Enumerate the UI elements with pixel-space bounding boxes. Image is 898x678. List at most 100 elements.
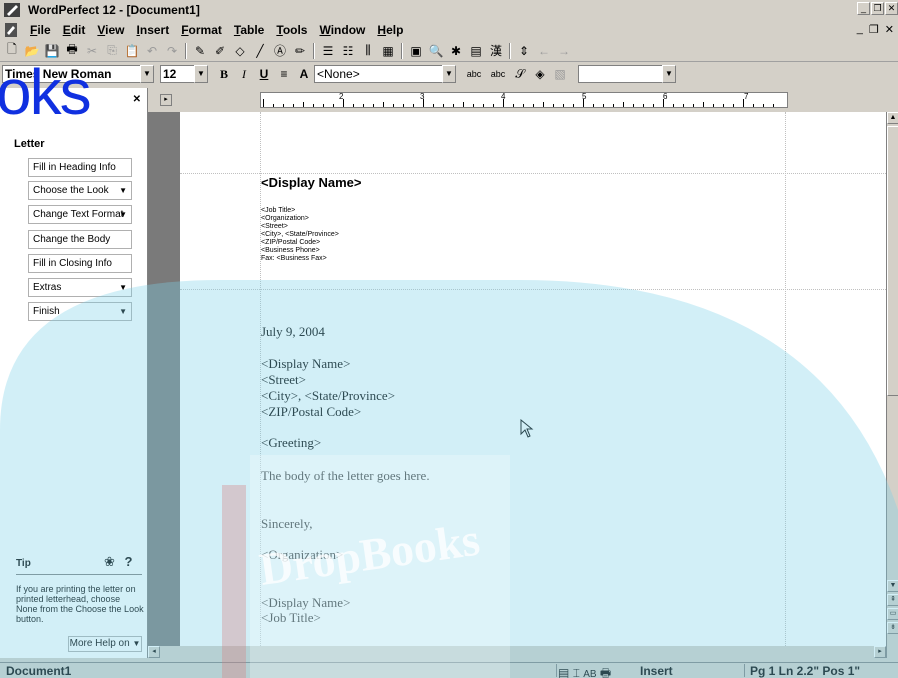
calendar-icon[interactable]: ▤ — [466, 42, 486, 60]
doc-restore-button[interactable]: ❐ — [869, 23, 879, 36]
scroll-down-icon[interactable]: ▼ — [887, 580, 898, 592]
change-text-format-button[interactable]: Change Text Format ▼ — [28, 205, 132, 224]
forward-arrow-icon[interactable]: → — [554, 42, 574, 60]
symbols-icon[interactable]: ✱ — [446, 42, 466, 60]
font-color-icon[interactable]: A — [294, 65, 314, 83]
new-document-icon[interactable]: 🗋 — [2, 42, 22, 60]
minimize-button[interactable]: _ — [857, 2, 870, 15]
choose-look-button[interactable]: Choose the Look ▼ — [28, 181, 132, 200]
open-folder-icon[interactable]: 📂 — [22, 42, 42, 60]
ruler-tick — [493, 104, 494, 107]
fill-closing-button[interactable]: Fill in Closing Info — [28, 254, 132, 273]
cut-icon[interactable]: ✂ — [82, 42, 102, 60]
previous-page-icon[interactable]: ⇞ — [887, 594, 898, 606]
redo-icon[interactable]: ↷ — [162, 42, 182, 60]
extra-combo[interactable] — [578, 65, 662, 83]
chevron-down-icon[interactable]: ▼ — [662, 65, 676, 83]
status-position[interactable]: Pg 1 Ln 2.2" Pos 1" — [750, 664, 860, 678]
ruler-tick — [633, 104, 634, 107]
doc-close-button[interactable]: ✕ — [885, 23, 894, 36]
status-document-name[interactable]: Document1 — [6, 664, 71, 678]
draw-icon[interactable]: ✏ — [290, 42, 310, 60]
menu-insert[interactable]: Insert — [131, 23, 176, 37]
page-view-icon[interactable]: ▣ — [406, 42, 426, 60]
underline-icon[interactable]: U — [254, 65, 274, 83]
close-button[interactable]: ✕ — [885, 2, 898, 15]
chevron-down-icon[interactable]: ▼ — [194, 65, 208, 83]
page-icon[interactable]: ▭ — [887, 608, 898, 620]
fill-icon[interactable]: ◈ — [530, 65, 550, 83]
menu-table[interactable]: Table — [228, 23, 270, 37]
ruler-button[interactable]: ▸ — [160, 94, 172, 106]
save-icon[interactable]: 💾 — [42, 42, 62, 60]
shape-icon[interactable]: ◇ — [230, 42, 250, 60]
chevron-down-icon[interactable]: ▼ — [140, 65, 154, 83]
ruler-tick — [333, 104, 334, 107]
chevron-down-icon[interactable]: ▼ — [442, 65, 456, 83]
finish-button[interactable]: Finish ▼ — [28, 302, 132, 321]
justify-icon[interactable]: ≡ — [274, 65, 294, 83]
copy-icon[interactable]: ⎘ — [102, 42, 122, 60]
grammar-check-icon[interactable]: abc — [486, 65, 510, 83]
table-icon[interactable]: ▦ — [378, 42, 398, 60]
document-page[interactable]: <Display Name> <Job Title> <Organization… — [180, 112, 886, 646]
ruler-tick — [653, 104, 654, 107]
scroll-left-icon[interactable]: ◂ — [148, 646, 160, 658]
document-icon[interactable] — [4, 23, 18, 37]
caps-icon[interactable]: AB — [583, 669, 596, 678]
menu-file[interactable]: File — [24, 23, 57, 37]
printer-icon[interactable]: 🖶 — [600, 666, 611, 678]
lightbulb-icon[interactable]: ❀ — [104, 554, 115, 569]
chinese-icon[interactable]: 漢 — [486, 42, 506, 60]
ruler-tick — [413, 104, 414, 107]
spell-check-icon[interactable]: abc — [462, 65, 486, 83]
italic-icon[interactable]: I — [234, 65, 254, 83]
shadow-icon[interactable]: ▧ — [550, 65, 570, 83]
address-line: <Display Name> — [261, 356, 351, 371]
scroll-right-icon[interactable]: ▸ — [874, 646, 886, 658]
format-icon[interactable]: 𝒮 — [510, 65, 530, 83]
help-icon[interactable]: ? — [125, 554, 133, 569]
style-combo[interactable]: <None> — [314, 65, 442, 83]
more-help-button[interactable]: More Help on ▼ — [68, 636, 142, 652]
font-size-combo[interactable]: 12 — [160, 65, 194, 83]
pen-icon[interactable]: ✐ — [210, 42, 230, 60]
undo-icon[interactable]: ↶ — [142, 42, 162, 60]
menu-format[interactable]: Format — [175, 23, 228, 37]
back-arrow-icon[interactable]: ← — [534, 42, 554, 60]
numbering-icon[interactable]: ☰ — [318, 42, 338, 60]
status-mode[interactable]: Insert — [640, 664, 673, 678]
ruler[interactable]: 2 3 4 5 6 7 — [260, 92, 788, 108]
highlight-icon[interactable]: ✎ — [190, 42, 210, 60]
cursor-icon[interactable]: ⌶ — [573, 666, 580, 678]
extras-button[interactable]: Extras ▼ — [28, 278, 132, 297]
paste-icon[interactable]: 📋 — [122, 42, 142, 60]
fill-heading-button[interactable]: Fill in Heading Info — [28, 158, 132, 177]
menu-help[interactable]: Help — [371, 23, 409, 37]
menu-view[interactable]: View — [91, 23, 130, 37]
restore-button[interactable]: ❐ — [871, 2, 884, 15]
close-panel-icon[interactable]: ✕ — [133, 94, 141, 105]
scroll-up-icon[interactable]: ▲ — [887, 112, 898, 124]
menu-edit[interactable]: Edit — [57, 23, 92, 37]
menu-window[interactable]: Window — [313, 23, 371, 37]
scroll-thumb[interactable] — [887, 126, 898, 396]
print-icon[interactable]: 🖶 — [62, 42, 82, 60]
organization-line: <Organization> — [261, 547, 344, 562]
change-body-button[interactable]: Change the Body — [28, 230, 132, 249]
zoom-icon[interactable]: 🔍 — [426, 42, 446, 60]
line-icon[interactable]: ╱ — [250, 42, 270, 60]
horizontal-scrollbar[interactable]: ◂ ▸ — [148, 646, 886, 658]
textbox-icon[interactable]: Ⓐ — [270, 42, 290, 60]
columns-icon[interactable]: ⫼ — [358, 42, 378, 60]
doc-minimize-button[interactable]: _ — [857, 23, 863, 36]
next-page-icon[interactable]: ⇟ — [887, 622, 898, 634]
bold-icon[interactable]: B — [214, 65, 234, 83]
vertical-scrollbar[interactable]: ▲ ▼ ⇞ ▭ ⇟ — [886, 112, 898, 658]
ruler-tick — [393, 104, 394, 107]
menu-tools[interactable]: Tools — [270, 23, 313, 37]
calculator-icon[interactable]: ▤ — [558, 666, 569, 678]
bullets-icon[interactable]: ☷ — [338, 42, 358, 60]
font-name-combo[interactable]: Times New Roman — [2, 65, 140, 83]
sort-icon[interactable]: ⇕ — [514, 42, 534, 60]
